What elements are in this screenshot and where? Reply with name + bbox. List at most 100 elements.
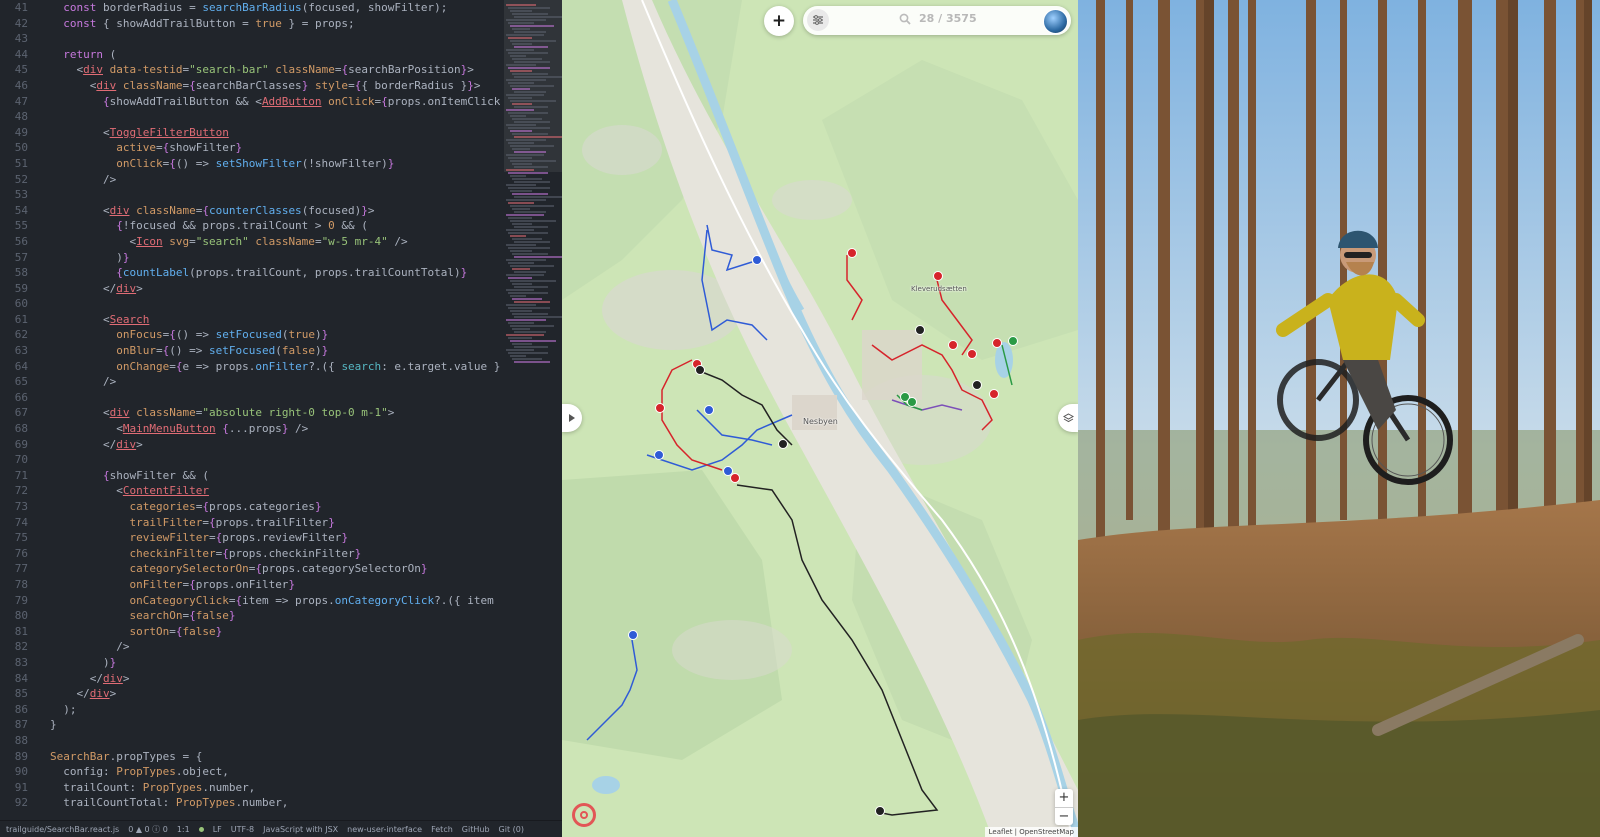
code-line[interactable]: 64 onChange={e => props.onFilter?.({ sea… bbox=[0, 359, 500, 375]
minimap-line bbox=[514, 136, 562, 138]
code-line[interactable]: 41 const borderRadius = searchBarRadius(… bbox=[0, 0, 500, 16]
code-line[interactable]: 63 onBlur={() => setFocused(false)} bbox=[0, 343, 500, 359]
code-line[interactable]: 48 bbox=[0, 109, 500, 125]
code-line[interactable]: 87} bbox=[0, 717, 500, 733]
code-line[interactable]: 91 trailCount: PropTypes.number, bbox=[0, 780, 500, 796]
code-line[interactable]: 84 </div> bbox=[0, 671, 500, 687]
code-line[interactable]: 90 config: PropTypes.object, bbox=[0, 764, 500, 780]
toggle-filter-button[interactable] bbox=[807, 9, 829, 31]
trail-counter[interactable]: 28 / 3575 bbox=[899, 12, 977, 25]
layers-button[interactable] bbox=[1058, 404, 1078, 432]
status-branch[interactable]: new-user-interface bbox=[347, 825, 422, 834]
minimap-line bbox=[514, 106, 548, 108]
code-line[interactable]: 70 bbox=[0, 452, 500, 468]
locate-icon[interactable] bbox=[572, 803, 596, 827]
minimap-line bbox=[506, 304, 536, 306]
line-number: 58 bbox=[14, 266, 28, 280]
code-line[interactable]: 49 <ToggleFilterButton bbox=[0, 125, 500, 141]
line-number: 56 bbox=[14, 234, 28, 248]
code-text: SearchBar.propTypes = { bbox=[50, 749, 203, 763]
code-text: onFocus={() => setFocused(true)} bbox=[116, 328, 329, 342]
status-encoding[interactable]: UTF-8 bbox=[231, 825, 254, 834]
code-text: </div> bbox=[50, 671, 130, 685]
status-problems[interactable]: 0 ▲ 0 ⓘ 0 bbox=[128, 824, 168, 835]
code-line[interactable]: 79 onCategoryClick={item => props.onCate… bbox=[0, 593, 500, 609]
code-line[interactable]: 92 trailCountTotal: PropTypes.number, bbox=[0, 795, 500, 811]
code-line[interactable]: 68 <MainMenuButton {...props} /> bbox=[0, 421, 500, 437]
code-editor[interactable]: 41 const borderRadius = searchBarRadius(… bbox=[0, 0, 562, 820]
code-line[interactable]: 45 <div data-testid="search-bar" classNa… bbox=[0, 62, 500, 78]
minimap-line bbox=[506, 154, 544, 156]
minimap-line bbox=[512, 253, 548, 255]
code-text: categorySelectorOn={props.categorySelect… bbox=[129, 562, 428, 576]
code-line[interactable]: 51 onClick={() => setShowFilter(!showFil… bbox=[0, 156, 500, 172]
code-line[interactable]: 66 bbox=[0, 390, 500, 406]
code-line[interactable]: 50 active={showFilter} bbox=[0, 140, 500, 156]
code-line[interactable]: 58 {countLabel(props.trailCount, props.t… bbox=[0, 265, 500, 281]
code-line[interactable]: 59 </div> bbox=[0, 281, 500, 297]
code-line[interactable]: 61 <Search bbox=[0, 312, 500, 328]
code-line[interactable]: 72 <ContentFilter bbox=[0, 483, 500, 499]
minimap-line bbox=[506, 109, 534, 111]
code-line[interactable]: 60 bbox=[0, 296, 500, 312]
status-cursor[interactable]: 1:1 bbox=[177, 825, 190, 834]
minimap-line bbox=[506, 214, 544, 216]
code-line[interactable]: 86 ); bbox=[0, 702, 500, 718]
code-line[interactable]: 88 bbox=[0, 733, 500, 749]
code-line[interactable]: 85 </div> bbox=[0, 686, 500, 702]
code-line[interactable]: 69 </div> bbox=[0, 437, 500, 453]
code-line[interactable]: 55 {!focused && props.trailCount > 0 && … bbox=[0, 218, 500, 234]
minimap-line bbox=[506, 229, 534, 231]
code-line[interactable]: 62 onFocus={() => setFocused(true)} bbox=[0, 327, 500, 343]
minimap-line bbox=[510, 115, 526, 117]
code-line[interactable]: 76 checkinFilter={props.checkinFilter} bbox=[0, 546, 500, 562]
code-text: <Search bbox=[50, 312, 150, 326]
trail-map[interactable]: Nesbyen Kleverudsætten + 28 / 3575 + − L… bbox=[562, 0, 1078, 837]
status-git[interactable]: Git (0) bbox=[499, 825, 524, 834]
line-number: 83 bbox=[14, 655, 28, 669]
code-line[interactable]: 75 reviewFilter={props.reviewFilter} bbox=[0, 530, 500, 546]
status-eol[interactable]: LF bbox=[213, 825, 222, 834]
code-line[interactable]: 81 sortOn={false} bbox=[0, 624, 500, 640]
status-file[interactable]: trailguide/SearchBar.react.js bbox=[6, 825, 119, 834]
status-grammar[interactable]: JavaScript with JSX bbox=[263, 825, 338, 834]
code-line[interactable]: 74 trailFilter={props.trailFilter} bbox=[0, 515, 500, 531]
line-number: 57 bbox=[14, 250, 28, 264]
code-line[interactable]: 65 /> bbox=[0, 374, 500, 390]
line-number: 42 bbox=[14, 16, 28, 30]
line-number: 70 bbox=[14, 453, 28, 467]
code-line[interactable]: 78 onFilter={props.onFilter} bbox=[0, 577, 500, 593]
code-line[interactable]: 83 )} bbox=[0, 655, 500, 671]
minimap[interactable] bbox=[504, 0, 562, 820]
code-line[interactable]: 77 categorySelectorOn={props.categorySel… bbox=[0, 561, 500, 577]
code-line[interactable]: 52 /> bbox=[0, 172, 500, 188]
minimap-line bbox=[508, 67, 550, 69]
code-line[interactable]: 47 {showAddTrailButton && <AddButton onC… bbox=[0, 94, 500, 110]
zoom-in-button[interactable]: + bbox=[1055, 789, 1073, 808]
main-menu-avatar[interactable] bbox=[1043, 9, 1068, 34]
minimap-line bbox=[508, 262, 534, 264]
code-line[interactable]: 67 <div className="absolute right-0 top-… bbox=[0, 405, 500, 421]
code-line[interactable]: 53 bbox=[0, 187, 500, 203]
code-view[interactable]: 41 const borderRadius = searchBarRadius(… bbox=[0, 0, 500, 820]
code-line[interactable]: 73 categories={props.categories} bbox=[0, 499, 500, 515]
code-line[interactable]: 80 searchOn={false} bbox=[0, 608, 500, 624]
code-line[interactable]: 56 <Icon svg="search" className="w-5 mr-… bbox=[0, 234, 500, 250]
add-trail-button[interactable]: + bbox=[764, 6, 794, 36]
code-line[interactable]: 42 const { showAddTrailButton = true } =… bbox=[0, 16, 500, 32]
status-github[interactable]: GitHub bbox=[462, 825, 490, 834]
code-line[interactable]: 57 )} bbox=[0, 250, 500, 266]
code-line[interactable]: 44 return ( bbox=[0, 47, 500, 63]
line-number: 64 bbox=[14, 359, 28, 373]
code-line[interactable]: 71 {showFilter && ( bbox=[0, 468, 500, 484]
code-line[interactable]: 43 bbox=[0, 31, 500, 47]
code-line[interactable]: 46 <div className={searchBarClasses} sty… bbox=[0, 78, 500, 94]
minimap-line bbox=[514, 211, 546, 213]
code-line[interactable]: 54 <div className={counterClasses(focuse… bbox=[0, 203, 500, 219]
map-attribution[interactable]: Leaflet | OpenStreetMap bbox=[984, 827, 1078, 837]
code-line[interactable]: 89 SearchBar.propTypes = { bbox=[0, 749, 500, 765]
status-fetch[interactable]: Fetch bbox=[431, 825, 453, 834]
code-line[interactable]: 82 /> bbox=[0, 639, 500, 655]
code-text: <Icon svg="search" className="w-5 mr-4" … bbox=[50, 234, 408, 248]
zoom-out-button[interactable]: − bbox=[1055, 808, 1073, 826]
